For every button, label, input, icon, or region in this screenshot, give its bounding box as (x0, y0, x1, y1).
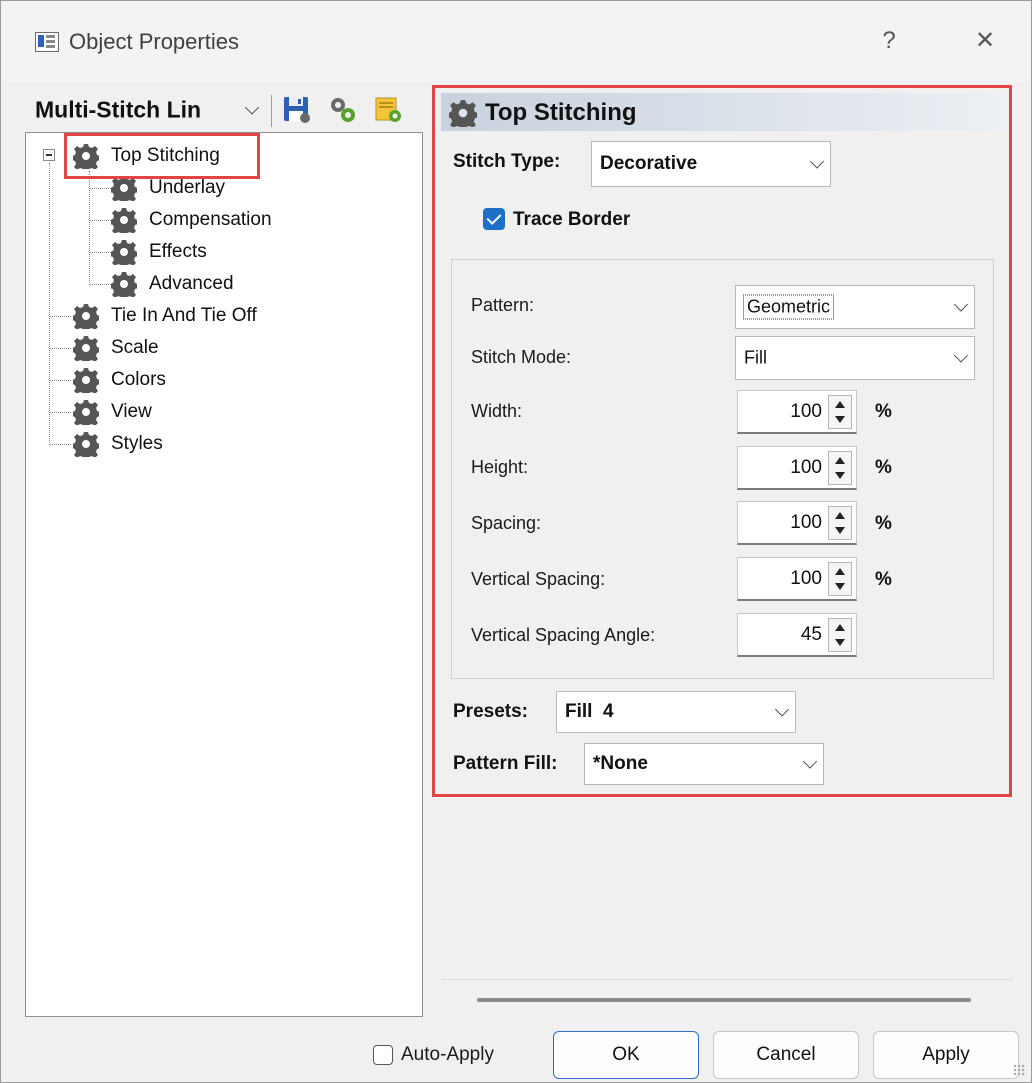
tree-item-label: Styles (111, 433, 163, 454)
tree-line (49, 444, 71, 445)
tree-line (49, 348, 71, 349)
tree-item-advanced[interactable]: Advanced (111, 270, 234, 298)
tree-type-select[interactable]: Multi-Stitch Lin (27, 89, 265, 131)
tree-item-scale[interactable]: Scale (73, 334, 159, 362)
auto-apply-checkbox[interactable] (373, 1045, 393, 1065)
auto-apply-label: Auto-Apply (401, 1044, 494, 1065)
tree-item-label: Compensation (149, 209, 272, 230)
window-title: Object Properties (69, 29, 239, 54)
tree-item-compensation[interactable]: Compensation (111, 206, 272, 234)
panel-highlight (432, 85, 1012, 797)
tree-item-label: Advanced (149, 273, 234, 294)
cancel-button[interactable]: Cancel (713, 1031, 859, 1079)
tree-item-label: Scale (111, 337, 159, 358)
tree-item-label: View (111, 401, 152, 422)
gears-icon[interactable] (327, 94, 357, 124)
tree-line (89, 284, 111, 285)
apply-style-icon[interactable] (373, 94, 403, 124)
apply-button[interactable]: Apply (873, 1031, 1019, 1079)
gear-icon (73, 432, 99, 457)
close-button[interactable]: ✕ (965, 23, 1005, 59)
tree-line (49, 380, 71, 381)
properties-tree[interactable] (25, 132, 423, 1017)
tree-line (49, 412, 71, 413)
tree-item-label: Underlay (149, 177, 226, 198)
save-icon[interactable] (281, 94, 311, 124)
scrollbar-thumb[interactable] (477, 998, 971, 1002)
gear-icon (73, 368, 99, 393)
app-window-icon (35, 32, 59, 52)
gear-icon (111, 272, 137, 297)
chevron-down-icon (244, 100, 260, 115)
tree-line (49, 163, 50, 445)
toolbar-separator (271, 95, 272, 127)
collapse-toggle-icon[interactable] (43, 149, 55, 161)
tree-item-view[interactable]: View (73, 398, 152, 426)
tree-item-tie-in-and-tie-off[interactable]: Tie In And Tie Off (73, 302, 257, 330)
tree-line (89, 252, 111, 253)
gear-icon (73, 400, 99, 425)
horizontal-scrollbar[interactable] (441, 979, 1013, 1020)
tree-line (49, 316, 71, 317)
tree-item-colors[interactable]: Colors (73, 366, 166, 394)
tree-item-styles[interactable]: Styles (73, 430, 163, 458)
tree-item-label: Tie In And Tie Off (111, 305, 257, 326)
ok-button[interactable]: OK (553, 1031, 699, 1079)
resize-grip-icon[interactable] (1013, 1064, 1025, 1076)
tree-line (89, 188, 111, 189)
tree-item-effects[interactable]: Effects (111, 238, 207, 266)
gear-icon (73, 336, 99, 361)
gear-icon (111, 208, 137, 233)
tree-item-label: Effects (149, 241, 207, 262)
selection-highlight (64, 133, 260, 179)
gear-icon (111, 240, 137, 265)
gear-icon (73, 304, 99, 329)
title-bar: Object Properties ? ✕ (1, 1, 1031, 83)
object-properties-dialog: Object Properties ? ✕ Multi-Stitch Lin T… (0, 0, 1032, 1083)
tree-item-label: Colors (111, 369, 166, 390)
help-button[interactable]: ? (869, 23, 909, 59)
tree-type-value: Multi-Stitch Lin (35, 96, 202, 123)
tree-line (89, 220, 111, 221)
